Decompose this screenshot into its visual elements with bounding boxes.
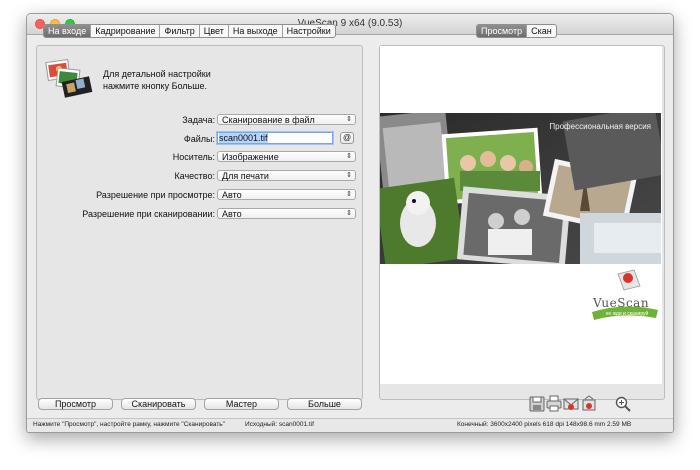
preview-res-value: Авто bbox=[222, 190, 242, 200]
status-hint: Нажмите "Просмотр", настройте рамку, наж… bbox=[33, 421, 225, 428]
file-name-options-button[interactable]: @ bbox=[340, 132, 354, 144]
share-icon[interactable] bbox=[581, 395, 597, 413]
stepper-icon: ⇕ bbox=[346, 172, 352, 179]
info-text: Для детальной настройки нажмите кнопку Б… bbox=[103, 68, 263, 92]
media-select[interactable]: Изображение ⇕ bbox=[217, 151, 356, 162]
task-select[interactable]: Сканирование в файл ⇕ bbox=[217, 114, 356, 125]
preview-res-select[interactable]: Авто ⇕ bbox=[217, 189, 356, 200]
settings-tabs: На входе Кадрирование Фильтр Цвет На вых… bbox=[43, 24, 336, 38]
info-line-1: Для детальной настройки bbox=[103, 69, 211, 79]
media-value: Изображение bbox=[222, 152, 279, 162]
splash-image: Профессиональная версия bbox=[380, 113, 661, 264]
tab-prefs[interactable]: Настройки bbox=[283, 25, 335, 37]
tab-filter[interactable]: Фильтр bbox=[160, 25, 200, 37]
zoom-icon[interactable] bbox=[615, 396, 631, 414]
vuescan-logo-text: VueScan bbox=[593, 296, 650, 310]
vuescan-logo-tagline: не жди и сканируй bbox=[605, 311, 649, 317]
status-output: Конечный: 3600x2400 pixels 618 dpi 148x9… bbox=[457, 421, 632, 428]
stepper-icon: ⇕ bbox=[346, 210, 352, 217]
tab-input[interactable]: На входе bbox=[44, 25, 92, 37]
more-button[interactable]: Больше bbox=[287, 398, 362, 410]
task-value: Сканирование в файл bbox=[222, 115, 315, 125]
files-label: Файлы: bbox=[183, 134, 215, 144]
email-icon[interactable] bbox=[563, 395, 579, 413]
wizard-button[interactable]: Мастер bbox=[204, 398, 279, 410]
tab-color[interactable]: Цвет bbox=[200, 25, 229, 37]
photos-film-icon bbox=[45, 58, 93, 98]
tab-scan[interactable]: Скан bbox=[527, 25, 556, 37]
preview-button[interactable]: Просмотр bbox=[38, 398, 113, 410]
quality-value: Для печати bbox=[222, 171, 269, 181]
status-bar: Нажмите "Просмотр", настройте рамку, наж… bbox=[27, 418, 673, 432]
photo-collage-image bbox=[380, 113, 661, 264]
tab-preview[interactable]: Просмотр bbox=[477, 25, 528, 37]
quality-select[interactable]: Для печати ⇕ bbox=[217, 170, 356, 181]
tab-crop[interactable]: Кадрирование bbox=[91, 25, 161, 37]
media-label: Носитель: bbox=[172, 152, 215, 162]
quality-label: Качество: bbox=[174, 171, 215, 181]
scan-res-value: Авто bbox=[222, 209, 242, 219]
status-source: Исходный: scan0001.tif bbox=[245, 421, 314, 428]
files-value: scan0001.tif bbox=[219, 133, 268, 143]
task-label: Задача: bbox=[182, 115, 215, 125]
tab-output[interactable]: На выходе bbox=[229, 25, 283, 37]
scan-res-select[interactable]: Авто ⇕ bbox=[217, 208, 356, 219]
stepper-icon: ⇕ bbox=[346, 116, 352, 123]
scan-res-label: Разрешение при сканировании: bbox=[82, 209, 215, 219]
scan-button[interactable]: Сканировать bbox=[121, 398, 196, 410]
stepper-icon: ⇕ bbox=[346, 191, 352, 198]
preview-res-label: Разрешение при просмотре: bbox=[96, 190, 215, 200]
view-tabs: Просмотр Скан bbox=[476, 24, 557, 38]
stepper-icon: ⇕ bbox=[346, 153, 352, 160]
pro-version-caption: Профессиональная версия bbox=[549, 122, 651, 131]
print-icon[interactable] bbox=[546, 395, 562, 413]
save-icon[interactable] bbox=[529, 395, 545, 413]
info-line-2: нажмите кнопку Больше. bbox=[103, 81, 207, 91]
files-input[interactable]: scan0001.tif bbox=[217, 132, 333, 144]
